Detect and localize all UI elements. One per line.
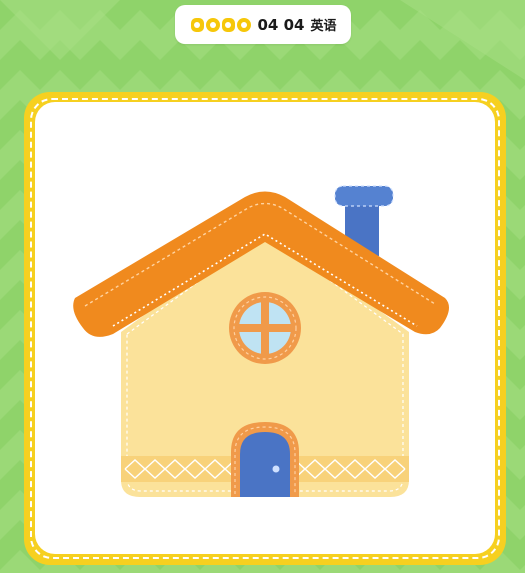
brand-name: 英语 — [310, 19, 337, 34]
illustration-card — [35, 102, 495, 554]
dodo-logo-icon — [190, 16, 252, 34]
screen: 04 04 英语 — [0, 0, 525, 573]
brand-numbers: 04 04 — [257, 15, 305, 34]
house-icon — [73, 185, 449, 497]
brand-logo: 04 04 英语 — [175, 5, 351, 44]
